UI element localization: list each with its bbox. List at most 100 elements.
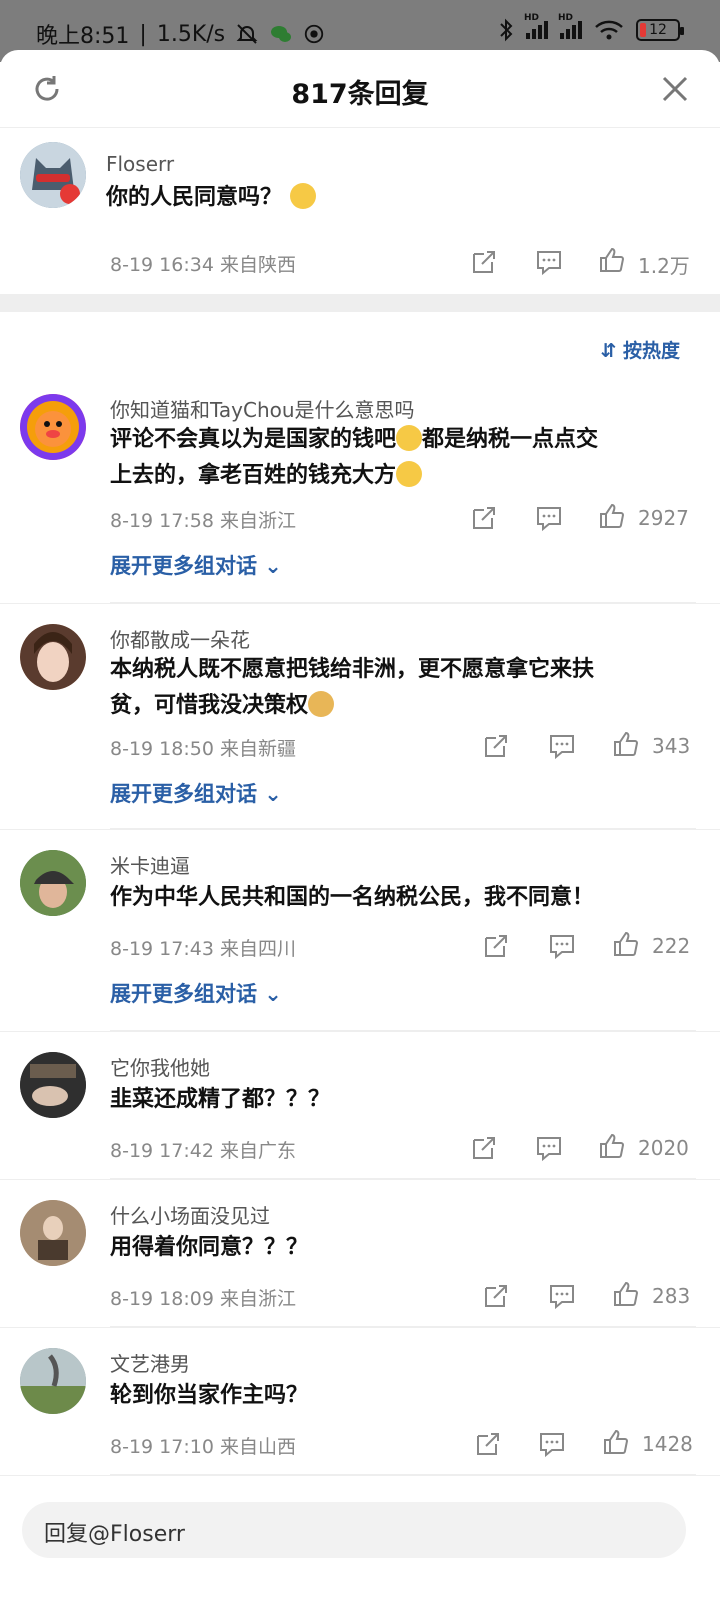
expand-label: 展开更多组对话 bbox=[110, 554, 257, 578]
comment-icon[interactable] bbox=[548, 1282, 576, 1310]
like-icon[interactable] bbox=[602, 1428, 630, 1456]
share-icon[interactable] bbox=[470, 504, 498, 532]
list-item: 米卡迪逼 作为中华人民共和国的一名纳税公民，我不同意！ 8-19 17:43 来… bbox=[0, 830, 720, 1032]
avatar[interactable] bbox=[20, 1200, 86, 1266]
sort-icon: ⇵ bbox=[600, 340, 623, 362]
commenter-name[interactable]: 它你我他她 bbox=[110, 1052, 210, 1081]
avatar[interactable] bbox=[20, 142, 86, 208]
expand-conversation-link[interactable]: 展开更多组对话 ⌄ bbox=[110, 550, 282, 580]
commenter-name[interactable]: Floserr bbox=[106, 152, 174, 176]
like-count: 343 bbox=[652, 734, 691, 758]
replies-sheet: 817条回复 Floserr 你的人民同意吗？ 8-19 16:34 来自陕西 … bbox=[0, 50, 720, 1600]
divider bbox=[110, 1326, 696, 1327]
comment-line: 贫，可惜我没决策权 bbox=[110, 693, 309, 718]
person-avatar-icon bbox=[20, 624, 86, 690]
battery-icon: 12 bbox=[636, 19, 684, 41]
expand-conversation-link[interactable]: 展开更多组对话 ⌄ bbox=[110, 778, 282, 808]
like-icon[interactable] bbox=[598, 502, 626, 530]
commenter-name[interactable]: 什么小场面没见过 bbox=[110, 1200, 270, 1229]
list-item: 文艺港男 轮到你当家作主吗？ 8-19 17:10 来自山西 1428 bbox=[0, 1328, 720, 1476]
comment-meta: 8-19 16:34 来自陕西 bbox=[110, 254, 296, 276]
network-speed: 1.5K/s bbox=[156, 21, 226, 47]
avatar[interactable] bbox=[20, 624, 86, 690]
comment-text: 用得着你同意？？？ bbox=[110, 1235, 309, 1260]
section-divider bbox=[0, 294, 720, 312]
status-time: 晚上8:51 bbox=[36, 24, 130, 49]
reply-input[interactable]: 回复@Floserr bbox=[22, 1502, 686, 1558]
comment-meta: 8-19 17:10 来自山西 bbox=[110, 1436, 296, 1458]
doge-emoji-icon bbox=[308, 691, 335, 717]
divider bbox=[110, 1474, 696, 1475]
commenter-name[interactable]: 米卡迪逼 bbox=[110, 850, 190, 879]
list-item: 什么小场面没见过 用得着你同意？？？ 8-19 18:09 来自浙江 283 bbox=[0, 1180, 720, 1328]
chevron-down-icon: ⌄ bbox=[257, 554, 282, 578]
avatar[interactable] bbox=[20, 1348, 86, 1414]
comment-text: 你的人民同意吗？ bbox=[106, 180, 316, 216]
duck-avatar-icon bbox=[20, 394, 86, 460]
bluetooth-icon bbox=[500, 18, 513, 42]
comment-text-content: 你的人民同意吗？ bbox=[106, 185, 283, 210]
sort-label: 按热度 bbox=[622, 340, 680, 362]
comment-text: 作为中华人民共和国的一名纳税公民，我不同意！ bbox=[110, 885, 595, 910]
like-count: 1.2万 bbox=[638, 254, 690, 278]
sleepy-emoji-icon bbox=[396, 461, 423, 487]
status-separator: | bbox=[139, 21, 147, 47]
like-count: 2927 bbox=[638, 506, 689, 530]
page-title: 817条回复 bbox=[291, 79, 429, 110]
like-icon[interactable] bbox=[612, 930, 640, 958]
list-item: 你都散成一朵花 本纳税人既不愿意把钱给非洲，更不愿意拿它来扶 贫，可惜我没决策权… bbox=[0, 604, 720, 830]
crying-emoji-icon bbox=[289, 183, 316, 209]
close-icon[interactable] bbox=[658, 72, 692, 106]
share-icon[interactable] bbox=[470, 1134, 498, 1162]
share-icon[interactable] bbox=[482, 932, 510, 960]
comment-meta: 8-19 17:43 来自四川 bbox=[110, 938, 296, 960]
divider bbox=[110, 828, 696, 829]
person-photo-avatar-icon bbox=[20, 1052, 86, 1118]
avatar[interactable] bbox=[20, 394, 86, 460]
comment-meta: 8-19 18:09 来自浙江 bbox=[110, 1288, 296, 1310]
mute-icon bbox=[236, 24, 258, 44]
comment-line: 上去的，拿老百姓的钱充大方 bbox=[110, 463, 397, 488]
chevron-down-icon: ⌄ bbox=[257, 782, 282, 806]
share-icon[interactable] bbox=[482, 1282, 510, 1310]
avatar[interactable] bbox=[20, 850, 86, 916]
commenter-name[interactable]: 文艺港男 bbox=[110, 1348, 190, 1377]
list-item: 它你我他她 韭菜还成精了都？？？ 8-19 17:42 来自广东 2020 bbox=[0, 1032, 720, 1180]
status-right: HD HD 12 bbox=[498, 13, 684, 42]
comment-icon[interactable] bbox=[538, 1430, 566, 1458]
comment-meta: 8-19 17:42 来自广东 bbox=[110, 1140, 296, 1162]
comment-icon[interactable] bbox=[535, 1134, 563, 1162]
comment-icon[interactable] bbox=[535, 504, 563, 532]
browser-icon bbox=[304, 24, 324, 44]
comment-icon[interactable] bbox=[548, 732, 576, 760]
comment-icon[interactable] bbox=[548, 932, 576, 960]
commenter-name[interactable]: 你都散成一朵花 bbox=[110, 624, 250, 653]
comment-line: 评论不会真以为是国家的钱吧 bbox=[110, 427, 397, 452]
like-icon[interactable] bbox=[612, 730, 640, 758]
expand-conversation-link[interactable]: 展开更多组对话 ⌄ bbox=[110, 978, 282, 1008]
comment-meta: 8-19 18:50 来自新疆 bbox=[110, 738, 296, 760]
commenter-name[interactable]: 你知道猫和TayChou是什么意思吗 bbox=[110, 394, 415, 423]
root-comment: Floserr 你的人民同意吗？ 8-19 16:34 来自陕西 1.2万 bbox=[0, 128, 720, 294]
like-count: 2020 bbox=[638, 1136, 689, 1160]
comment-icon[interactable] bbox=[535, 248, 563, 276]
comment-text: 评论不会真以为是国家的钱吧 都是纳税一点点交 上去的，拿老百姓的钱充大方 bbox=[110, 422, 598, 494]
share-icon[interactable] bbox=[470, 248, 498, 276]
battery-level: 12 bbox=[649, 22, 667, 38]
like-icon[interactable] bbox=[598, 246, 626, 274]
divider bbox=[110, 1178, 696, 1179]
comment-line: 都是纳税一点点交 bbox=[422, 427, 599, 452]
signal-icon-2: HD bbox=[558, 13, 582, 39]
sheet-header: 817条回复 bbox=[0, 50, 720, 128]
wifi-icon bbox=[595, 20, 623, 40]
share-icon[interactable] bbox=[482, 732, 510, 760]
chevron-down-icon: ⌄ bbox=[257, 982, 282, 1006]
sort-button[interactable]: ⇵ 按热度 bbox=[600, 336, 680, 363]
comment-text: 本纳税人既不愿意把钱给非洲，更不愿意拿它来扶 贫，可惜我没决策权 bbox=[110, 652, 594, 724]
like-icon[interactable] bbox=[612, 1280, 640, 1308]
avatar[interactable] bbox=[20, 1052, 86, 1118]
comment-text: 韭菜还成精了都？？？ bbox=[110, 1087, 331, 1112]
expand-label: 展开更多组对话 bbox=[110, 982, 257, 1006]
like-icon[interactable] bbox=[598, 1132, 626, 1160]
share-icon[interactable] bbox=[474, 1430, 502, 1458]
